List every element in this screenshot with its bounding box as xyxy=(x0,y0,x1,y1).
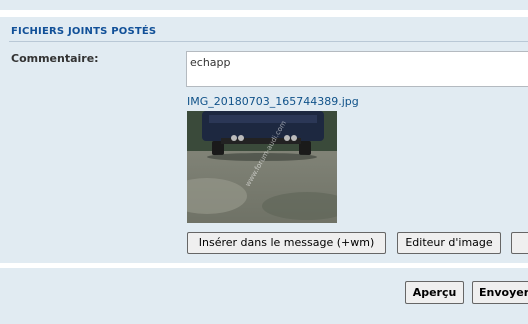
submit-panel: Aperçu Envoyer xyxy=(0,268,528,324)
comment-input[interactable]: echapp xyxy=(186,51,528,87)
section-title: FICHIERS JOINTS POSTÉS xyxy=(11,26,157,37)
divider xyxy=(9,41,528,42)
comment-label: Commentaire: xyxy=(11,52,99,65)
attachment-thumbnail[interactable]: www.forum-audi.com xyxy=(187,111,337,223)
delete-attachment-button[interactable] xyxy=(511,232,528,254)
preview-button[interactable]: Aperçu xyxy=(405,281,464,304)
top-panel-strip xyxy=(0,0,528,10)
insert-into-message-button[interactable]: Insérer dans le message (+wm) xyxy=(187,232,386,254)
attachments-panel: FICHIERS JOINTS POSTÉS Commentaire: echa… xyxy=(0,17,528,263)
send-button[interactable]: Envoyer xyxy=(472,281,528,304)
image-editor-button[interactable]: Editeur d'image xyxy=(397,232,501,254)
attachment-filename-link[interactable]: IMG_20180703_165744389.jpg xyxy=(187,95,359,108)
